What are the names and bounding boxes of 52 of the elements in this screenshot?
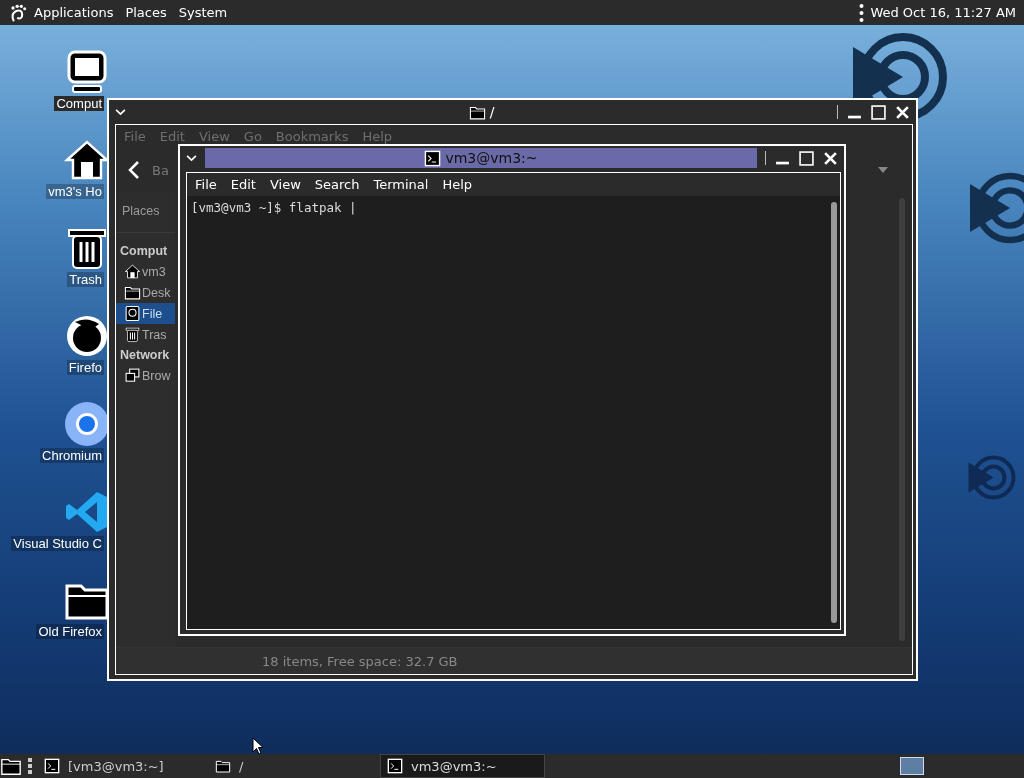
menu-item[interactable]: View <box>269 177 301 192</box>
desktop-icon-label[interactable]: Chromium <box>40 448 104 463</box>
menu-item[interactable]: File <box>195 177 217 192</box>
desktop-icon-label[interactable]: Firefo <box>66 360 104 375</box>
dropdown-arrow-icon[interactable] <box>878 167 888 173</box>
status-text: 18 items, Free space: 32.7 GB <box>262 653 458 669</box>
drive-icon <box>124 305 141 322</box>
taskbar-button[interactable]: vm3@vm3:~ <box>380 754 545 778</box>
window-menu-icon[interactable] <box>186 154 197 162</box>
house-icon <box>124 263 141 280</box>
menu-item[interactable]: Search <box>314 177 360 192</box>
foot-logo-icon <box>8 2 28 23</box>
sidebar-item[interactable]: File <box>116 303 175 324</box>
panel-menu[interactable]: System <box>178 5 228 20</box>
desktop-icon-label[interactable]: Old Firefox <box>36 624 104 639</box>
window-title: / <box>489 104 495 120</box>
sidebar-heading: Comput <box>119 243 169 260</box>
mouse-pointer-icon <box>252 737 264 755</box>
terminal-icon <box>424 149 442 167</box>
sidebar-item[interactable]: Desk <box>116 282 175 303</box>
terminal-line: [vm3@vm3 ~]$ flatpak | <box>191 200 358 215</box>
terminal-icon <box>387 758 403 774</box>
terminal-icon <box>44 758 60 774</box>
desktop-icon-label[interactable]: Visual Studio C <box>11 536 104 551</box>
workspace-switcher[interactable] <box>900 757 924 775</box>
sidebar-item[interactable]: Brow <box>116 365 175 386</box>
menu-item[interactable]: Terminal <box>373 177 429 192</box>
grip-icon <box>28 757 32 775</box>
desktop-icon-label[interactable]: Comput <box>54 96 104 111</box>
maximize-icon[interactable] <box>871 104 886 120</box>
taskbar-button[interactable]: / <box>209 754 374 778</box>
desktop-icon-label[interactable]: vm3's Ho <box>46 184 104 199</box>
menu-item[interactable]: Edit <box>230 177 256 192</box>
folder-icon <box>215 758 231 774</box>
trash-icon <box>124 326 141 343</box>
clock[interactable]: Wed Oct 16, 11:27 AM <box>870 5 1016 20</box>
taskbar-button[interactable]: [vm3@vm3:~] <box>38 754 203 778</box>
panel-menu[interactable]: Applications <box>34 5 114 20</box>
maximize-icon[interactable] <box>799 150 814 166</box>
sidebar-heading: Network <box>119 347 171 364</box>
more-options-icon[interactable] <box>859 3 865 22</box>
network-icon <box>124 367 141 384</box>
menu-item[interactable]: Help <box>442 177 473 192</box>
folder-icon <box>124 284 141 301</box>
window-menu-icon[interactable] <box>115 108 126 116</box>
desktop-icon-label[interactable]: Trash <box>67 272 104 287</box>
close-icon[interactable] <box>823 150 838 166</box>
window-title: vm3@vm3:~ <box>445 150 538 166</box>
sidebar-item[interactable]: Tras <box>116 324 175 345</box>
close-icon[interactable] <box>895 104 910 120</box>
panel-menu[interactable]: Places <box>125 5 167 20</box>
sidebar-item[interactable]: vm3 <box>116 261 175 282</box>
